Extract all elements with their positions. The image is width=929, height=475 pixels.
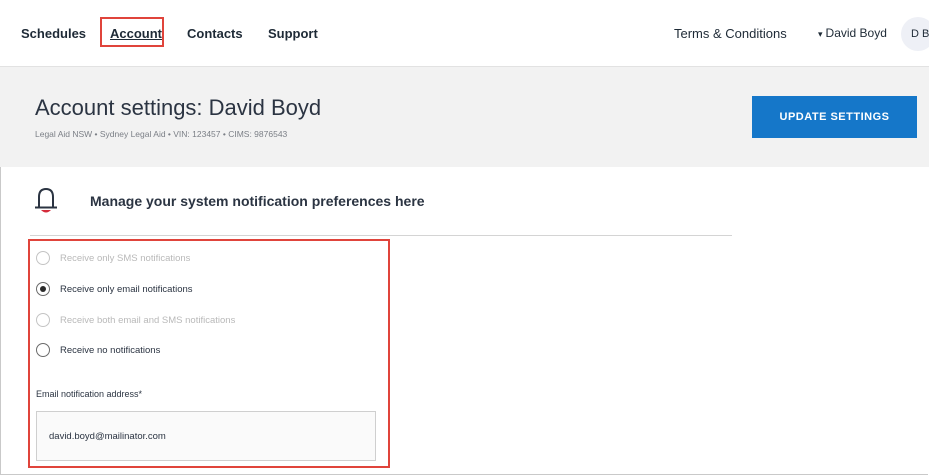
radio-email-only[interactable]: Receive only email notifications <box>36 280 193 298</box>
radio-label: Receive no notifications <box>60 344 161 356</box>
radio-label: Receive both email and SMS notifications <box>60 314 236 326</box>
user-name: David Boyd <box>825 26 887 40</box>
radio-email-and-sms[interactable]: Receive both email and SMS notifications <box>36 311 235 329</box>
nav-account[interactable]: Account <box>110 26 162 41</box>
radio-button[interactable] <box>36 313 50 327</box>
page-title: Account settings: David Boyd <box>35 95 322 120</box>
email-field[interactable] <box>36 411 376 461</box>
bell-icon <box>35 187 57 213</box>
radio-label: Receive only email notifications <box>60 283 193 295</box>
radio-button[interactable] <box>36 251 50 265</box>
notifications-heading: Manage your system notification preferen… <box>90 193 425 209</box>
radio-button[interactable] <box>36 343 50 357</box>
terms-link[interactable]: Terms & Conditions <box>674 26 787 41</box>
nav-support[interactable]: Support <box>268 26 318 41</box>
radio-sms-only[interactable]: Receive only SMS notifications <box>36 249 190 267</box>
chevron-down-icon: ▾ <box>818 29 823 39</box>
radio-label: Receive only SMS notifications <box>60 252 191 264</box>
nav-contacts[interactable]: Contacts <box>187 26 243 41</box>
update-settings-button[interactable]: UPDATE SETTINGS <box>752 96 917 138</box>
top-navigation: Schedules Account Contacts Support Terms… <box>0 0 929 67</box>
nav-schedules[interactable]: Schedules <box>21 26 86 41</box>
radio-no-notifications[interactable]: Receive no notifications <box>36 341 160 359</box>
radio-button[interactable] <box>36 282 50 296</box>
page-subtitle: Legal Aid NSW • Sydney Legal Aid • VIN: … <box>35 129 288 139</box>
avatar[interactable]: D B <box>901 17 929 51</box>
email-field-label: Email notification address* <box>36 389 143 399</box>
section-divider <box>30 235 732 236</box>
user-menu[interactable]: ▾ David Boyd <box>818 26 887 40</box>
